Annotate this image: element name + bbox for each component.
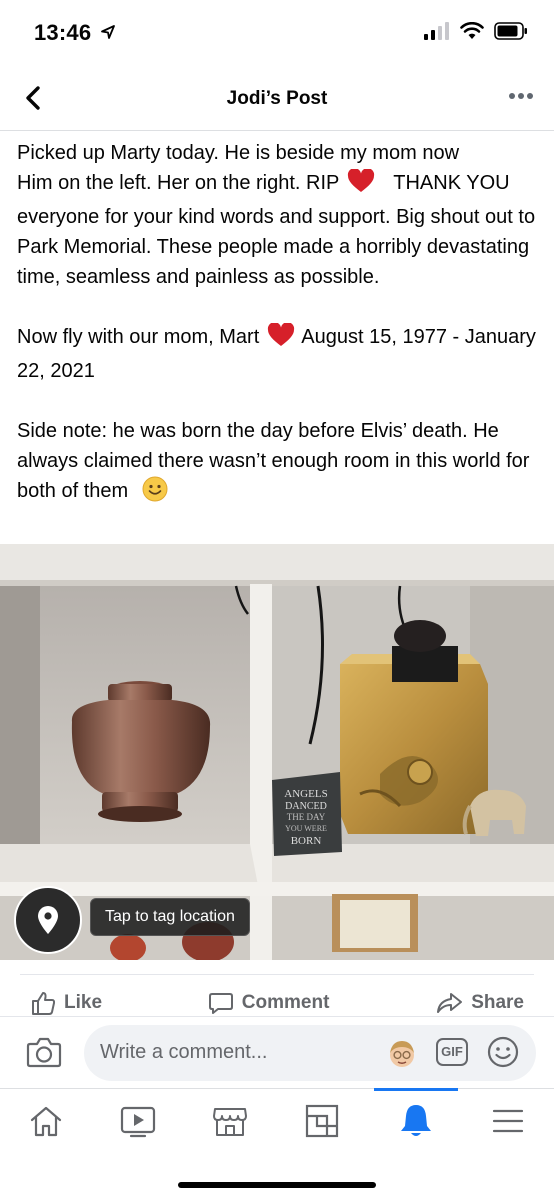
comment-input[interactable]: Write a comment... GIF <box>84 1025 536 1081</box>
pages-tab[interactable] <box>302 1101 342 1141</box>
post-paragraph-3: Side note: he was born the day before El… <box>17 416 541 511</box>
watch-icon <box>120 1106 156 1138</box>
camera-icon <box>26 1037 62 1068</box>
comment-button[interactable]: Comment <box>208 975 330 1016</box>
share-label: Share <box>471 991 524 1013</box>
more-dots-icon <box>509 93 533 99</box>
marketplace-tab[interactable] <box>210 1101 250 1141</box>
chevron-left-icon <box>26 86 40 110</box>
post-line: Him on the left. Her on the right. RIP <box>17 172 340 194</box>
home-indicator <box>178 1182 376 1188</box>
notifications-tab[interactable] <box>396 1101 436 1141</box>
post-header: Jodi’s Post <box>0 66 554 131</box>
comment-label: Comment <box>241 991 330 1013</box>
emoji-smile-icon <box>487 1036 519 1068</box>
like-label: Like <box>64 991 103 1013</box>
page-title: Jodi’s Post <box>226 88 328 109</box>
status-bar: 13:46 <box>0 0 554 66</box>
share-button[interactable]: Share <box>435 975 524 1016</box>
battery-icon <box>494 22 528 45</box>
more-options-button[interactable] <box>506 84 536 108</box>
home-tab[interactable] <box>26 1101 66 1141</box>
post-paragraph-1: Picked up Marty today. He is beside my m… <box>17 138 541 292</box>
red-heart-emoji-icon <box>347 168 375 202</box>
watch-tab[interactable] <box>118 1101 158 1141</box>
share-arrow-icon <box>437 992 463 1013</box>
bottom-tab-bar <box>0 1088 554 1159</box>
gif-button[interactable]: GIF <box>436 1038 468 1066</box>
tag-location-label[interactable]: Tap to tag location <box>90 898 250 936</box>
post-paragraph-2: Now fly with our mom, Mart August 15, 19… <box>17 322 541 386</box>
location-pin-icon <box>38 906 58 934</box>
red-heart-emoji-icon <box>267 322 295 356</box>
smiling-face-emoji-icon <box>142 476 168 511</box>
status-icons <box>424 21 528 45</box>
sign-line: THE DAY <box>287 812 326 822</box>
comment-bubble-icon <box>208 992 233 1014</box>
sign-line: BORN <box>291 835 322 847</box>
post-body: Picked up Marty today. He is beside my m… <box>17 138 541 511</box>
camera-button[interactable] <box>26 1035 62 1074</box>
emoji-button[interactable] <box>486 1035 520 1074</box>
home-icon <box>30 1106 62 1137</box>
pages-icon <box>305 1104 339 1138</box>
post-line: Side note: he was born the day before El… <box>17 420 530 502</box>
thumbs-up-icon <box>32 991 56 1015</box>
tag-location-button[interactable] <box>14 886 82 954</box>
comment-placeholder: Write a comment... <box>100 1041 268 1063</box>
post-line: Now fly with our mom, Mart <box>17 326 260 348</box>
sign-line: ANGELS <box>284 788 327 800</box>
wifi-icon <box>460 21 484 45</box>
post-line: Picked up Marty today. He is beside my m… <box>17 142 460 164</box>
avatar-icon <box>390 1041 414 1067</box>
location-arrow-icon <box>100 24 116 45</box>
back-button[interactable] <box>18 82 50 114</box>
active-tab-indicator <box>374 1088 458 1091</box>
cellular-signal-icon <box>424 22 450 45</box>
post-photo[interactable]: ANGELS DANCED THE DAY YOU WERE BORN <box>0 544 554 960</box>
status-time: 13:46 <box>34 20 92 45</box>
menu-tab[interactable] <box>488 1101 528 1141</box>
avatar-sticker-button[interactable] <box>384 1035 420 1071</box>
like-button[interactable]: Like <box>30 975 102 1016</box>
sign-line: DANCED <box>285 801 327 812</box>
menu-icon <box>492 1109 524 1133</box>
comment-composer: Write a comment... GIF <box>0 1016 554 1089</box>
post-actions: Like Comment Share <box>20 974 534 1016</box>
marketplace-icon <box>213 1108 247 1136</box>
post-line: THANK <box>393 172 462 194</box>
sign-line: YOU WERE <box>285 824 327 833</box>
notifications-icon <box>401 1105 431 1136</box>
angels-sign: ANGELS DANCED THE DAY YOU WERE BORN <box>284 788 327 847</box>
